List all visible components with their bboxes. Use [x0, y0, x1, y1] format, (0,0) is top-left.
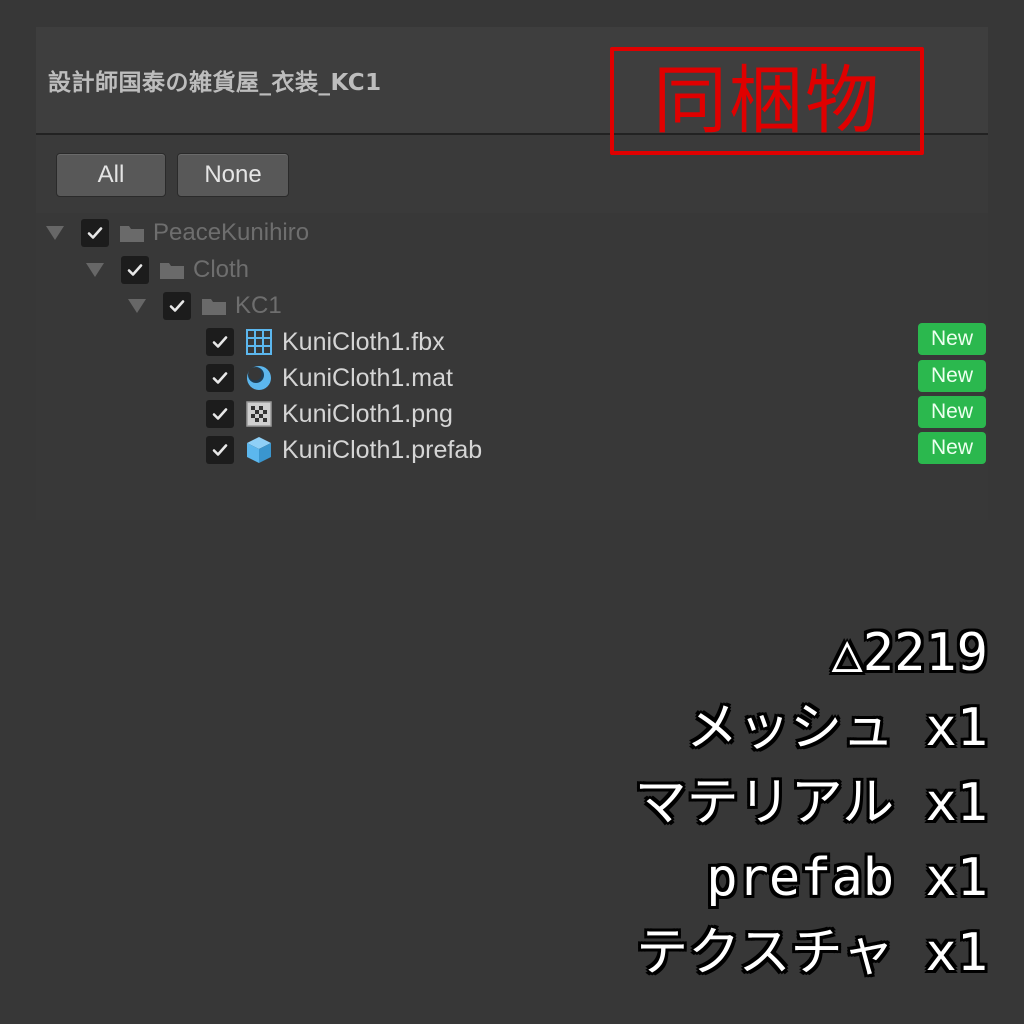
- texture-checker-icon: [244, 399, 274, 429]
- folder-checkbox[interactable]: [81, 219, 109, 247]
- checkmark-icon: [87, 227, 103, 239]
- checkmark-icon: [212, 336, 228, 348]
- tree-folder-row[interactable]: PeaceKunihiro: [46, 216, 309, 250]
- checkmark-icon: [127, 264, 143, 276]
- package-title: 設計師国泰の雑貨屋_衣装_KC1: [48, 70, 382, 96]
- prefab-count: prefab x1: [706, 848, 988, 908]
- folder-icon: [159, 259, 185, 281]
- file-checkbox[interactable]: [206, 400, 234, 428]
- new-badge: New: [918, 360, 986, 392]
- file-label: KuniCloth1.prefab: [282, 435, 483, 464]
- tree-file-row[interactable]: KuniCloth1.fbx: [206, 325, 445, 359]
- checkmark-icon: [169, 300, 185, 312]
- folder-icon: [201, 295, 227, 317]
- folder-label: KC1: [235, 292, 282, 319]
- expand-arrow-icon[interactable]: [86, 263, 104, 277]
- checkmark-icon: [212, 408, 228, 420]
- folder-icon: [119, 222, 145, 244]
- file-checkbox[interactable]: [206, 328, 234, 356]
- new-badge: New: [918, 396, 986, 428]
- prefab-cube-icon: [244, 435, 274, 465]
- mesh-count: メッシュ x1: [686, 698, 988, 758]
- folder-label: Cloth: [193, 256, 250, 283]
- new-badge: New: [918, 323, 986, 355]
- contents-stamp: 同梱物: [610, 47, 924, 155]
- file-checkbox[interactable]: [206, 364, 234, 392]
- checkmark-icon: [212, 372, 228, 384]
- tree-file-row[interactable]: KuniCloth1.prefab: [206, 433, 482, 467]
- asset-stats: △2219 メッシュ x1 マテリアル x1 prefab x1 テクスチャ x…: [635, 616, 988, 991]
- file-label: KuniCloth1.mat: [282, 363, 453, 392]
- expand-arrow-icon[interactable]: [46, 226, 64, 240]
- tree-folder-row[interactable]: KC1: [128, 289, 282, 323]
- new-badge: New: [918, 432, 986, 464]
- unity-package-window: 設計師国泰の雑貨屋_衣装_KC1 同梱物 All None PeaceKunih…: [36, 27, 988, 520]
- select-all-button[interactable]: All: [56, 153, 166, 197]
- select-none-button[interactable]: None: [177, 153, 289, 197]
- folder-label: PeaceKunihiro: [153, 219, 310, 246]
- file-label: KuniCloth1.png: [282, 399, 453, 428]
- file-checkbox[interactable]: [206, 436, 234, 464]
- texture-count: テクスチャ x1: [636, 923, 988, 983]
- mesh-grid-icon: [244, 327, 274, 357]
- tree-file-row[interactable]: KuniCloth1.mat: [206, 361, 453, 395]
- tree-file-row[interactable]: KuniCloth1.png: [206, 397, 453, 431]
- tree-folder-row[interactable]: Cloth: [86, 253, 249, 287]
- folder-checkbox[interactable]: [121, 256, 149, 284]
- expand-arrow-icon[interactable]: [128, 299, 146, 313]
- file-label: KuniCloth1.fbx: [282, 327, 445, 356]
- checkmark-icon: [212, 444, 228, 456]
- folder-checkbox[interactable]: [163, 292, 191, 320]
- material-sphere-icon: [244, 363, 274, 393]
- polygon-count: △2219: [831, 623, 988, 683]
- material-count: マテリアル x1: [634, 773, 988, 833]
